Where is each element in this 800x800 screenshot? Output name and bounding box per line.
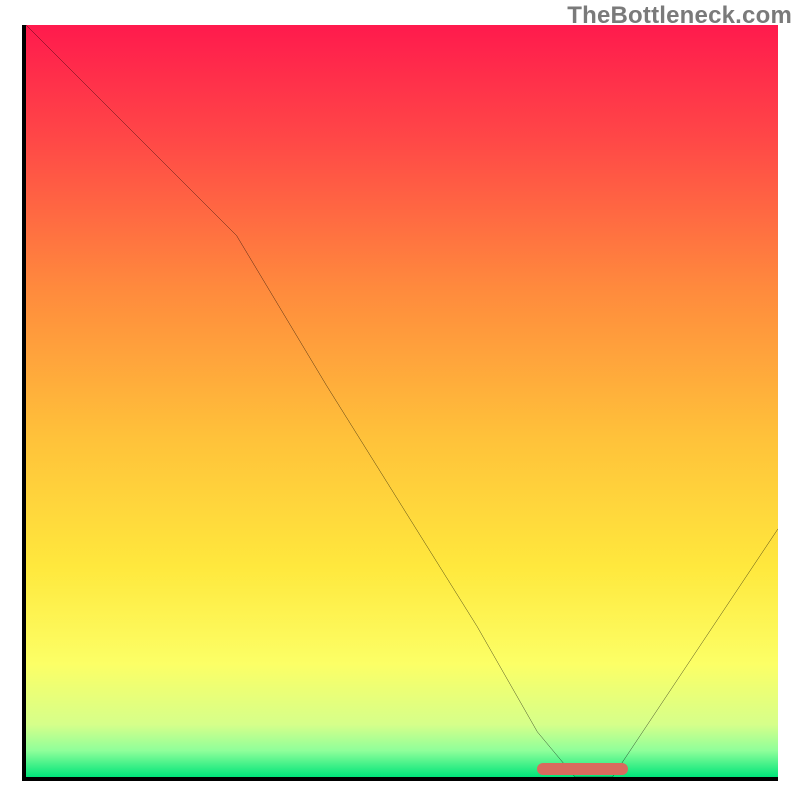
optimum-range-marker	[537, 763, 627, 775]
plot-area	[22, 25, 778, 781]
chart-container: TheBottleneck.com	[0, 0, 800, 800]
bottleneck-curve	[26, 25, 778, 777]
watermark-text: TheBottleneck.com	[567, 2, 792, 30]
